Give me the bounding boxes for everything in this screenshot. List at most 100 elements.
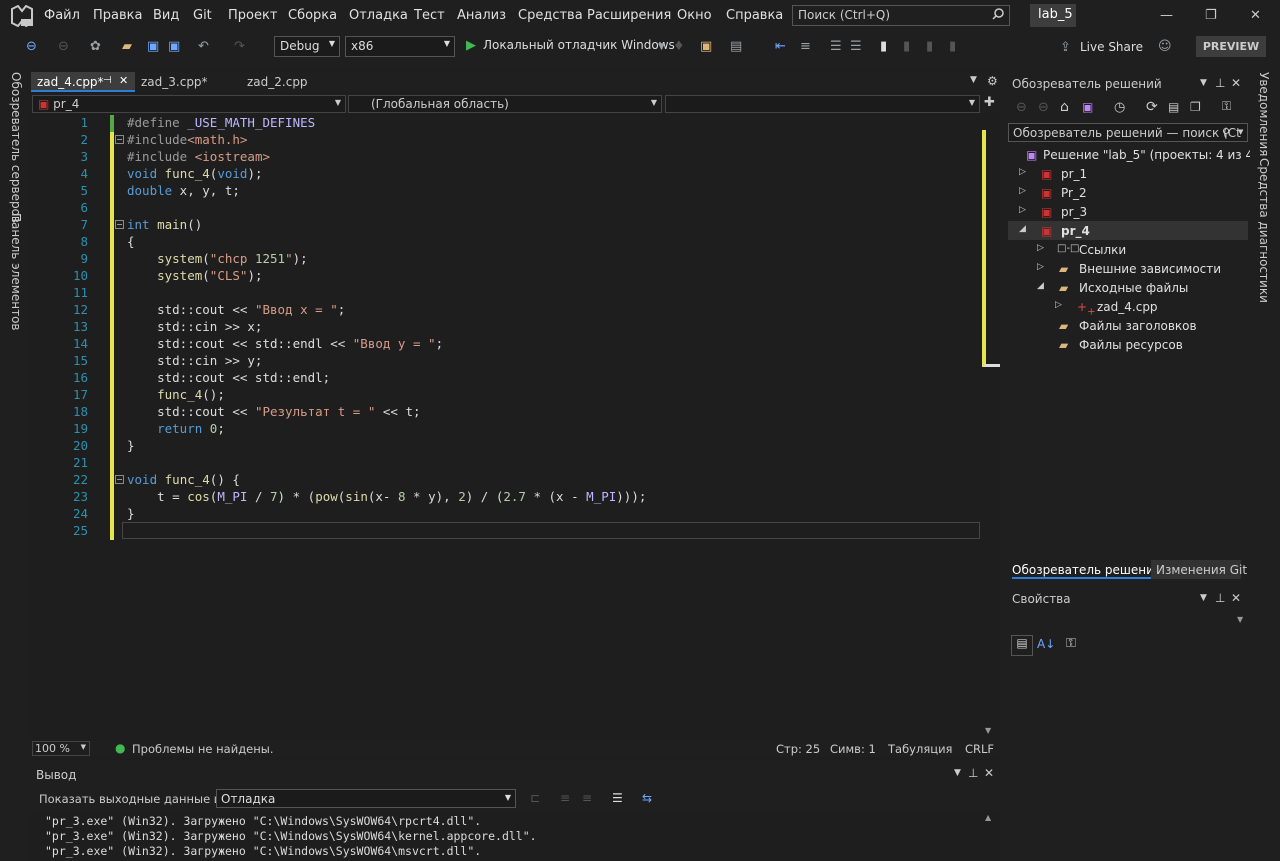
- code-line[interactable]: std::cin >> y;: [127, 353, 262, 368]
- code-line[interactable]: #include<math.h>: [127, 132, 247, 147]
- line-status[interactable]: Стр: 25: [776, 742, 820, 756]
- server-explorer-tab[interactable]: Обозреватель серверов: [9, 72, 23, 223]
- collapse-all-icon[interactable]: ▤: [1168, 100, 1179, 114]
- expand-icon[interactable]: ▷: [1019, 186, 1026, 196]
- tree-project-pr3[interactable]: pr_3: [1061, 205, 1087, 219]
- chevron-down-icon[interactable]: ▼: [1238, 128, 1243, 136]
- tab-git-changes[interactable]: Изменения Git: [1156, 563, 1247, 577]
- close-icon[interactable]: ✕: [984, 766, 994, 780]
- indent-status[interactable]: Табуляция: [888, 742, 952, 756]
- fold-icon[interactable]: −: [115, 220, 124, 229]
- expand-icon[interactable]: ▷: [1019, 167, 1026, 177]
- tree-source-files[interactable]: Исходные файлы: [1079, 281, 1188, 295]
- chevron-down-icon[interactable]: ▼: [658, 42, 665, 52]
- tab-zad2[interactable]: zad_2.cpp: [241, 72, 341, 92]
- tree-header-files[interactable]: Файлы заголовков: [1079, 319, 1197, 333]
- chevron-down-icon[interactable]: ▼: [1200, 78, 1207, 88]
- menu-debug[interactable]: Отладка: [349, 8, 408, 23]
- code-line[interactable]: {: [127, 234, 135, 249]
- split-icon[interactable]: ✚: [984, 95, 995, 110]
- code-line[interactable]: std::cout << "Результат t = " << t;: [127, 404, 420, 419]
- code-line[interactable]: }: [127, 506, 135, 521]
- start-debugging-button[interactable]: Локальный отладчик Windows: [483, 38, 675, 52]
- pin-icon[interactable]: ⊥: [1215, 591, 1225, 605]
- menu-window[interactable]: Окно: [677, 8, 712, 23]
- menu-test[interactable]: Тест: [414, 8, 445, 23]
- code-line[interactable]: std::cin >> x;: [127, 319, 262, 334]
- menu-git[interactable]: Git: [193, 8, 212, 23]
- home-icon[interactable]: ⌂: [1060, 99, 1069, 115]
- notifications-tab[interactable]: Уведомления: [1257, 72, 1271, 156]
- member-select[interactable]: ▼: [665, 95, 980, 113]
- search-input[interactable]: Поиск (Ctrl+Q): [792, 5, 1010, 26]
- undo-icon[interactable]: ↶: [198, 39, 209, 54]
- configuration-select[interactable]: Debug ▼: [274, 36, 340, 57]
- solution-name-badge[interactable]: lab_5: [1030, 4, 1076, 27]
- tree-project-pr1[interactable]: pr_1: [1061, 167, 1087, 181]
- tree-references[interactable]: Ссылки: [1079, 243, 1126, 257]
- code-line[interactable]: #define _USE_MATH_DEFINES: [127, 115, 315, 130]
- folder-view-icon[interactable]: ▣: [700, 39, 712, 54]
- expand-icon[interactable]: ▷: [1019, 205, 1026, 215]
- show-all-files-icon[interactable]: ❐: [1190, 100, 1201, 114]
- code-line[interactable]: int main(): [127, 217, 202, 232]
- new-project-icon[interactable]: ✿: [90, 39, 101, 54]
- code-line[interactable]: void func_4() {: [127, 472, 240, 487]
- platform-select[interactable]: x86 ▼: [345, 36, 455, 57]
- save-all-icon[interactable]: ▣: [168, 39, 180, 54]
- code-line[interactable]: void func_4(void);: [127, 166, 263, 181]
- step-icon[interactable]: ⇤: [775, 39, 786, 54]
- expand-icon[interactable]: ▷: [1037, 262, 1044, 272]
- tab-zad3[interactable]: zad_3.cpp*: [135, 72, 240, 92]
- toolbox-tab[interactable]: Панель элементов: [9, 213, 23, 331]
- layout-icon[interactable]: ▤: [730, 39, 742, 54]
- forward-icon[interactable]: ⊖: [1038, 100, 1049, 115]
- code-line[interactable]: std::cout << "Ввод x = ";: [127, 302, 345, 317]
- person-icon[interactable]: ☺: [1158, 39, 1172, 54]
- word-wrap-icon[interactable]: ⇆: [642, 791, 652, 805]
- live-share-button[interactable]: Live Share: [1080, 40, 1143, 54]
- menu-view[interactable]: Вид: [153, 8, 179, 23]
- solution-node[interactable]: Решение "lab_5" (проекты: 4 из 4): [1043, 148, 1258, 162]
- forward-icon[interactable]: ⊖: [58, 39, 69, 54]
- close-window-icon[interactable]: ✕: [1250, 8, 1261, 23]
- expand-icon[interactable]: ▷: [1055, 300, 1062, 310]
- code-line[interactable]: double x, y, t;: [127, 183, 240, 198]
- scroll-down-icon[interactable]: ▼: [985, 726, 991, 735]
- pin-icon[interactable]: ⊣: [103, 75, 112, 86]
- pin-icon[interactable]: ⊥: [968, 766, 978, 780]
- menu-file[interactable]: Файл: [44, 8, 80, 23]
- code-line[interactable]: t = cos(M_PI / 7) * (pow(sin(x- 8 * y), …: [127, 489, 646, 504]
- switch-views-icon[interactable]: ▣: [1082, 100, 1093, 114]
- code-line[interactable]: func_4();: [127, 387, 225, 402]
- properties-icon[interactable]: ⚿: [1222, 99, 1231, 114]
- back-icon[interactable]: ⊖: [1016, 100, 1027, 115]
- preview-button[interactable]: PREVIEW: [1196, 36, 1266, 57]
- open-folder-icon[interactable]: ▰: [122, 39, 132, 54]
- bookmark-icon[interactable]: ▮: [880, 39, 887, 54]
- scroll-up-icon[interactable]: ▲: [985, 813, 991, 822]
- scope-select[interactable]: (Глобальная область) ▼: [348, 95, 662, 113]
- format-icon[interactable]: ≡: [800, 39, 811, 54]
- restore-icon[interactable]: ❐: [1205, 8, 1217, 23]
- pending-changes-icon[interactable]: ◷: [1114, 100, 1125, 115]
- code-line[interactable]: std::cout << std::endl << "Ввод y = ";: [127, 336, 443, 351]
- alphabetical-icon[interactable]: A↓: [1037, 637, 1055, 651]
- tab-zad4[interactable]: zad_4.cpp* ⊣ ✕: [31, 72, 135, 92]
- menu-project[interactable]: Проект: [228, 8, 277, 23]
- zoom-select[interactable]: 100 % ▼: [32, 741, 90, 756]
- categorized-icon[interactable]: ▤: [1011, 635, 1033, 656]
- menu-tools[interactable]: Средства: [518, 8, 583, 23]
- chevron-down-icon[interactable]: ▼: [1200, 593, 1207, 603]
- goto-line-icon[interactable]: ⊏: [530, 791, 540, 805]
- redo-icon[interactable]: ↷: [234, 39, 245, 54]
- code-line[interactable]: #include <iostream>: [127, 149, 270, 164]
- menu-build[interactable]: Сборка: [288, 8, 337, 23]
- tab-solution-explorer[interactable]: Обозреватель решений: [1012, 563, 1162, 579]
- collapse-icon[interactable]: ◢: [1037, 281, 1044, 291]
- tree-file-zad4[interactable]: zad_4.cpp: [1097, 300, 1158, 314]
- tree-resource-files[interactable]: Файлы ресурсов: [1079, 338, 1183, 352]
- line-ending-status[interactable]: CRLF: [965, 742, 994, 756]
- solution-search-input[interactable]: Обозреватель решений — поиск (Ct: [1008, 123, 1248, 142]
- bookmark-prev-icon[interactable]: ▮: [903, 39, 910, 54]
